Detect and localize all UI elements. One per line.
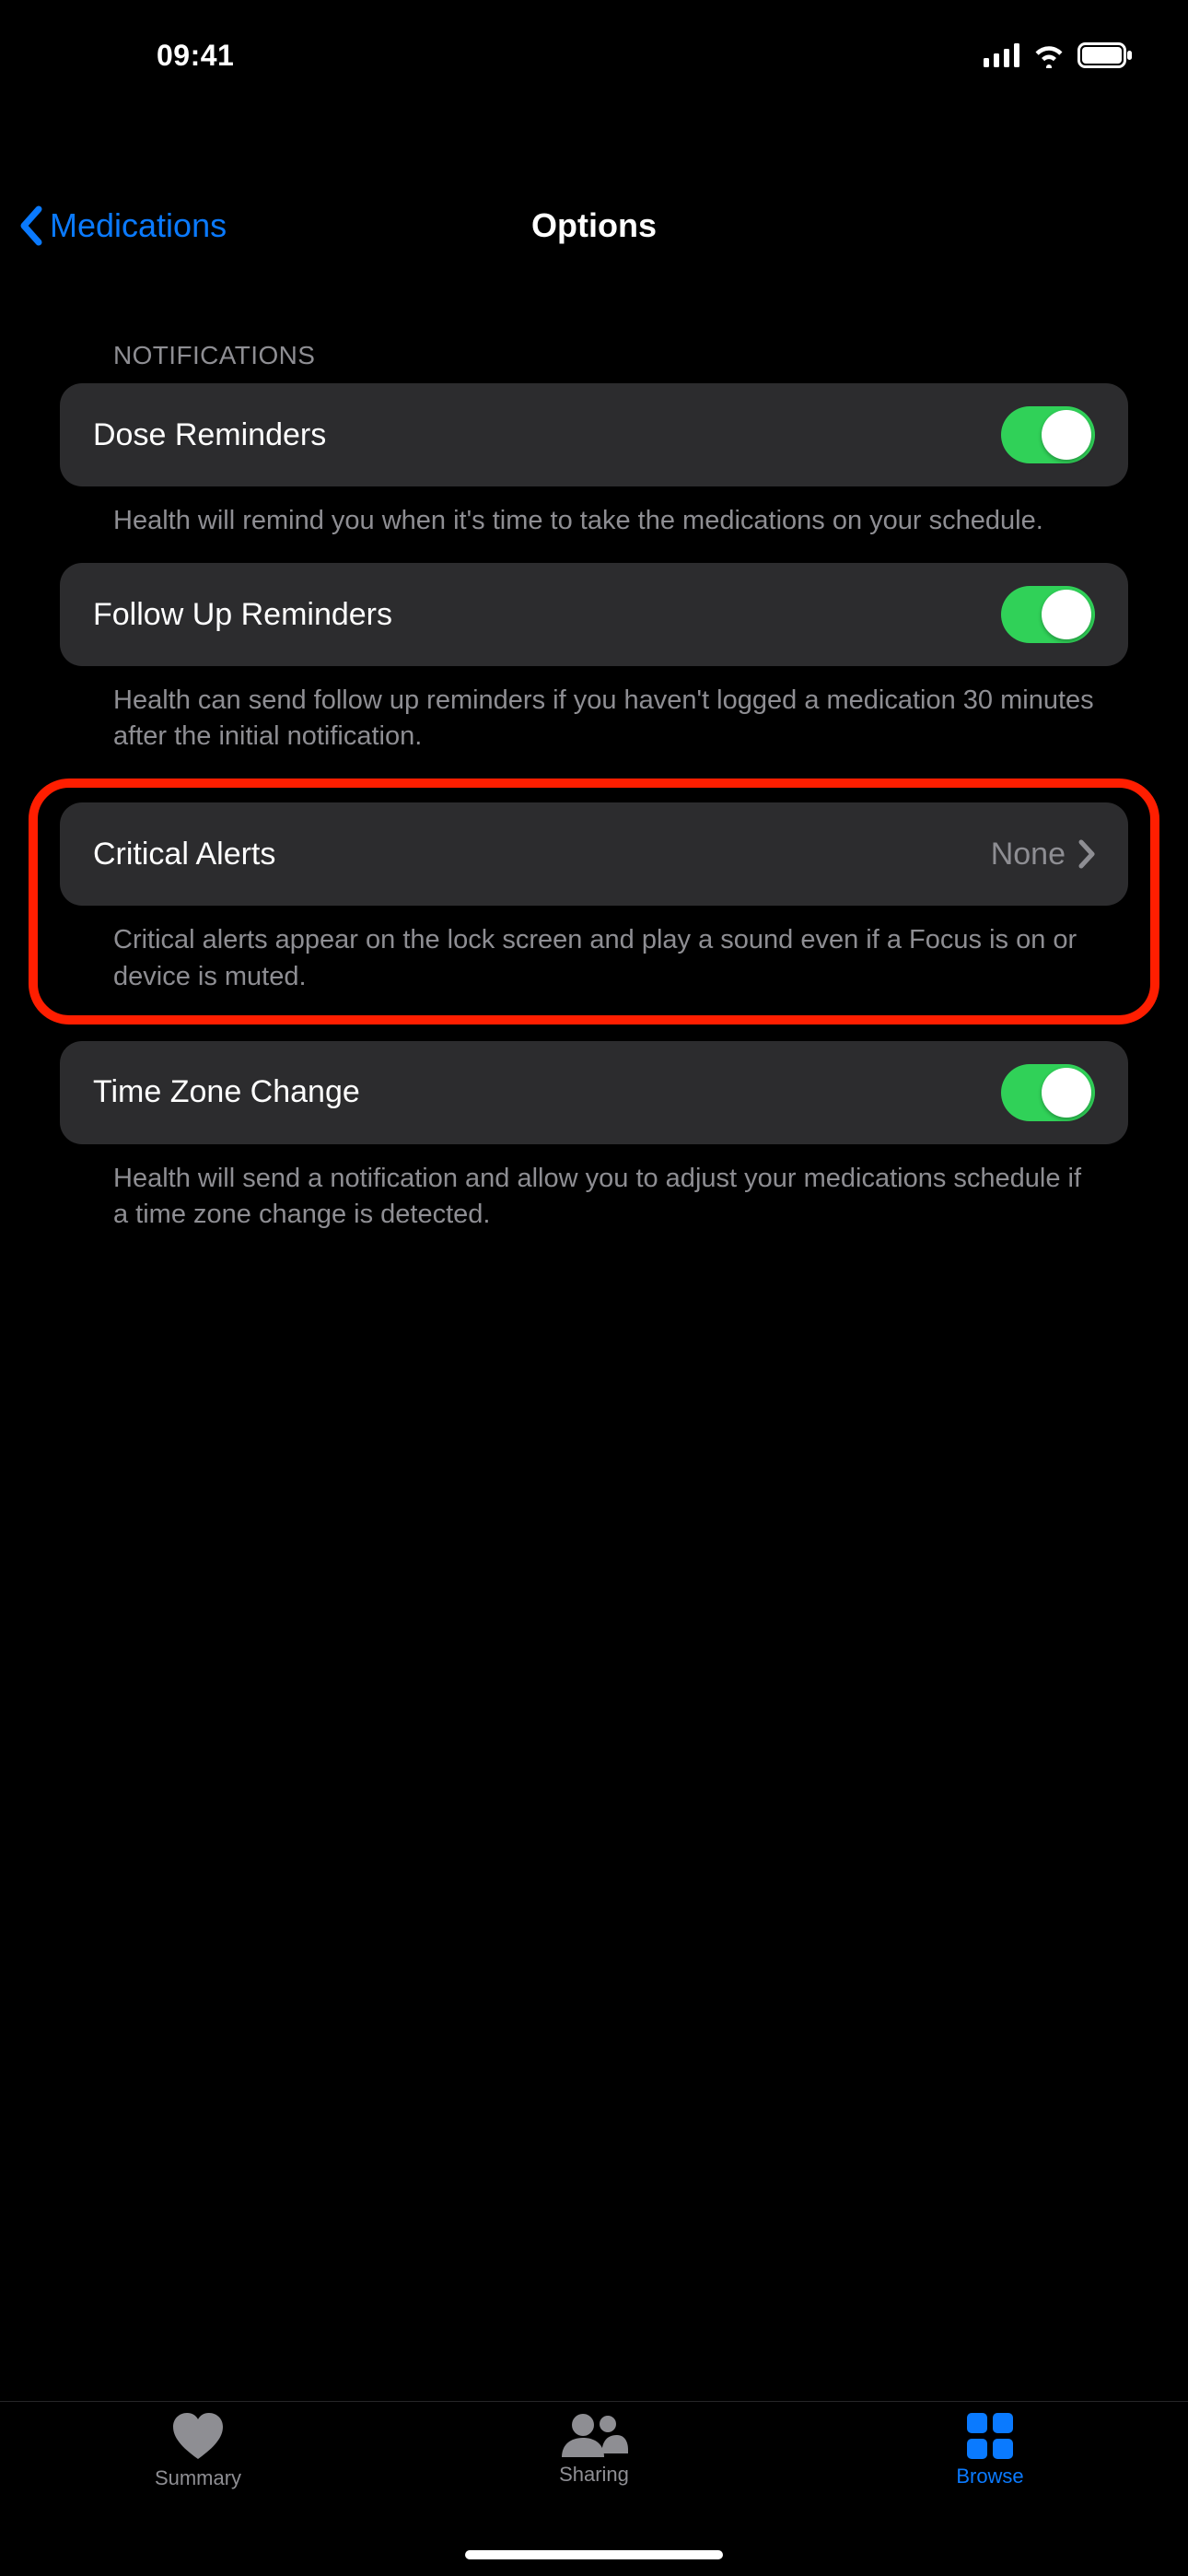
tab-browse[interactable]: Browse	[792, 2413, 1188, 2576]
row-label: Dose Reminders	[93, 417, 326, 453]
row-time-zone-change: Time Zone Change	[60, 1041, 1128, 1144]
nav-bar: Medications Options	[0, 184, 1188, 267]
row-critical-alerts[interactable]: Critical Alerts None	[60, 802, 1128, 906]
tab-label: Summary	[155, 2466, 241, 2490]
row-label: Critical Alerts	[93, 837, 275, 872]
page-title: Options	[531, 206, 657, 245]
content: NOTIFICATIONS Dose Reminders Health will…	[0, 313, 1188, 1257]
battery-icon	[1077, 42, 1133, 68]
chevron-right-icon	[1078, 839, 1095, 869]
highlight-annotation: Critical Alerts None Critical alerts app…	[29, 779, 1159, 1024]
tab-summary[interactable]: Summary	[0, 2413, 396, 2576]
status-time: 09:41	[157, 39, 234, 73]
people-icon	[560, 2413, 628, 2457]
row-label: Time Zone Change	[93, 1074, 360, 1110]
toggle-time-zone-change[interactable]	[1001, 1064, 1095, 1121]
chevron-left-icon	[18, 205, 42, 246]
row-label: Follow Up Reminders	[93, 597, 392, 633]
row-footer: Health will remind you when it's time to…	[113, 503, 1128, 539]
back-label: Medications	[50, 206, 227, 245]
row-footer: Health can send follow up reminders if y…	[113, 683, 1128, 755]
back-button[interactable]: Medications	[18, 205, 227, 246]
row-footer: Health will send a notification and allo…	[113, 1161, 1128, 1233]
row-value-container: None	[991, 837, 1095, 872]
home-indicator[interactable]	[465, 2550, 723, 2559]
grid-icon	[967, 2413, 1013, 2459]
row-dose-reminders: Dose Reminders	[60, 383, 1128, 486]
tab-label: Browse	[956, 2465, 1023, 2488]
section-header-notifications: NOTIFICATIONS	[113, 341, 1128, 370]
row-value: None	[991, 837, 1066, 872]
cellular-icon	[984, 43, 1020, 67]
status-right-cluster	[984, 42, 1133, 68]
row-footer: Critical alerts appear on the lock scree…	[113, 922, 1128, 994]
toggle-follow-up-reminders[interactable]	[1001, 586, 1095, 643]
wifi-icon	[1031, 42, 1066, 68]
tab-label: Sharing	[559, 2463, 629, 2487]
status-bar: 09:41	[0, 0, 1188, 111]
toggle-dose-reminders[interactable]	[1001, 406, 1095, 463]
row-follow-up-reminders: Follow Up Reminders	[60, 563, 1128, 666]
heart-icon	[171, 2413, 225, 2461]
